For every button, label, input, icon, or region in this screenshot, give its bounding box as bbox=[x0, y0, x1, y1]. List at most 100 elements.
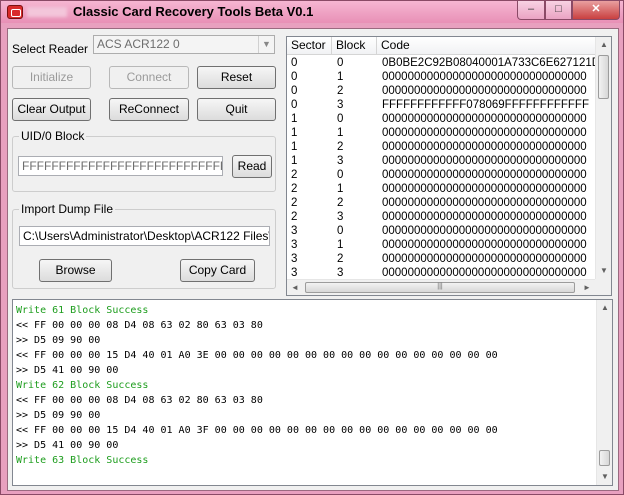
block-cell: 0 bbox=[337, 225, 344, 237]
table-row[interactable]: 3 3 00000000000000000000000000000000 bbox=[287, 266, 597, 277]
chevron-down-icon[interactable]: ▼ bbox=[258, 36, 274, 53]
table-row[interactable]: 3 1 00000000000000000000000000000000 bbox=[287, 238, 597, 252]
output-scroll-thumb[interactable] bbox=[599, 450, 610, 466]
table-row[interactable]: 2 3 00000000000000000000000000000000 bbox=[287, 210, 597, 224]
horizontal-scroll-thumb[interactable]: ||| bbox=[305, 282, 575, 293]
scroll-left-icon[interactable]: ◄ bbox=[287, 280, 303, 295]
title-bar[interactable]: Classic Card Recovery Tools Beta V0.1 – … bbox=[1, 1, 623, 23]
connect-button[interactable]: Connect bbox=[109, 66, 189, 89]
import-dump-title: Import Dump File bbox=[19, 202, 116, 216]
reader-select[interactable]: ACS ACR122 0 ▼ bbox=[93, 35, 275, 54]
import-dump-group: Import Dump File C:\Users\Administrator\… bbox=[12, 202, 276, 289]
block-cell: 1 bbox=[337, 127, 344, 139]
block-cell: 0 bbox=[337, 113, 344, 125]
sector-cell: 1 bbox=[291, 113, 298, 125]
sector-cell: 3 bbox=[291, 253, 298, 265]
minimize-button[interactable]: – bbox=[517, 1, 545, 20]
clear-output-button[interactable]: Clear Output bbox=[12, 98, 91, 121]
code-cell: 00000000000000000000000000000000 bbox=[382, 169, 587, 181]
table-header: Sector Block Code bbox=[287, 37, 597, 55]
sector-cell: 2 bbox=[291, 169, 298, 181]
table-body: 0 0 0B0BE2C92B08040001A733C6E627121D 0 1 0000… bbox=[287, 56, 597, 277]
scroll-down-icon[interactable]: ▼ bbox=[597, 469, 612, 485]
sector-cell: 1 bbox=[291, 141, 298, 153]
log-success-line: Write 62 Block Success bbox=[16, 380, 149, 391]
sector-cell: 0 bbox=[291, 85, 298, 97]
table-row[interactable]: 0 1 00000000000000000000000000000000 bbox=[287, 70, 597, 84]
read-button[interactable]: Read bbox=[232, 155, 272, 178]
log-line: << FF 00 00 00 08 D4 08 63 02 80 63 03 8… bbox=[16, 320, 263, 331]
table-row[interactable]: 2 0 00000000000000000000000000000000 bbox=[287, 168, 597, 182]
dump-file-path-input[interactable]: C:\Users\Administrator\Desktop\ACR122 Fi… bbox=[19, 226, 270, 246]
log-line: << FF 00 00 00 15 D4 40 01 A0 3F 00 00 0… bbox=[16, 425, 498, 436]
app-window: Classic Card Recovery Tools Beta V0.1 – … bbox=[0, 0, 624, 495]
block-table[interactable]: Sector Block Code 0 0 0B0BE2C92B08040001A7… bbox=[286, 36, 612, 296]
sector-cell: 0 bbox=[291, 71, 298, 83]
table-row[interactable]: 1 1 00000000000000000000000000000000 bbox=[287, 126, 597, 140]
sector-cell: 3 bbox=[291, 267, 298, 277]
table-row[interactable]: 1 2 00000000000000000000000000000000 bbox=[287, 140, 597, 154]
copy-card-button[interactable]: Copy Card bbox=[180, 259, 255, 282]
scroll-right-icon[interactable]: ► bbox=[579, 280, 595, 295]
sector-cell: 3 bbox=[291, 239, 298, 251]
block-cell: 3 bbox=[337, 155, 344, 167]
block-cell: 1 bbox=[337, 71, 344, 83]
table-horizontal-scrollbar[interactable]: ◄ ||| ► bbox=[287, 279, 595, 295]
block-cell: 2 bbox=[337, 141, 344, 153]
scroll-down-icon[interactable]: ▼ bbox=[596, 263, 611, 279]
blurred-title-prefix bbox=[27, 7, 67, 17]
uid-block-input[interactable]: FFFFFFFFFFFFFFFFFFFFFFFFFFFFFFFF bbox=[18, 156, 223, 176]
initialize-button[interactable]: Initialize bbox=[12, 66, 91, 89]
column-header-code[interactable]: Code bbox=[377, 37, 597, 55]
code-cell: 00000000000000000000000000000000 bbox=[382, 71, 587, 83]
table-row[interactable]: 0 3 FFFFFFFFFFFF078069FFFFFFFFFFFF bbox=[287, 98, 597, 112]
table-row[interactable]: 0 0 0B0BE2C92B08040001A733C6E627121D bbox=[287, 56, 597, 70]
output-log-lines: Write 61 Block Success << FF 00 00 00 08 … bbox=[16, 303, 596, 468]
sector-cell: 1 bbox=[291, 155, 298, 167]
block-cell: 2 bbox=[337, 197, 344, 209]
maximize-button[interactable]: □ bbox=[545, 1, 572, 20]
sector-cell: 0 bbox=[291, 57, 298, 69]
code-cell: 00000000000000000000000000000000 bbox=[382, 211, 587, 223]
output-log[interactable]: Write 61 Block Success << FF 00 00 00 08 … bbox=[12, 299, 613, 486]
code-cell: 00000000000000000000000000000000 bbox=[382, 141, 587, 153]
log-success-line: Write 63 Block Success bbox=[16, 455, 149, 466]
output-vertical-scrollbar[interactable]: ▲ ▼ bbox=[596, 300, 612, 485]
main-panel: Select Reader ACS ACR122 0 ▼ Initialize … bbox=[7, 28, 619, 491]
scroll-up-icon[interactable]: ▲ bbox=[596, 37, 611, 53]
vertical-scroll-thumb[interactable] bbox=[598, 55, 609, 99]
table-row[interactable]: 0 2 00000000000000000000000000000000 bbox=[287, 84, 597, 98]
table-row[interactable]: 3 0 00000000000000000000000000000000 bbox=[287, 224, 597, 238]
table-row[interactable]: 1 3 00000000000000000000000000000000 bbox=[287, 154, 597, 168]
log-line: << FF 00 00 00 15 D4 40 01 A0 3E 00 00 0… bbox=[16, 350, 498, 361]
log-line: << FF 00 00 00 08 D4 08 63 02 80 63 03 8… bbox=[16, 395, 263, 406]
block-cell: 3 bbox=[337, 211, 344, 223]
quit-button[interactable]: Quit bbox=[197, 98, 276, 121]
reset-button[interactable]: Reset bbox=[197, 66, 276, 89]
log-line: >> D5 41 00 90 00 bbox=[16, 365, 119, 376]
code-cell: FFFFFFFFFFFF078069FFFFFFFFFFFF bbox=[382, 99, 589, 111]
table-row[interactable]: 3 2 00000000000000000000000000000000 bbox=[287, 252, 597, 266]
block-cell: 2 bbox=[337, 253, 344, 265]
column-header-block[interactable]: Block bbox=[332, 37, 377, 55]
sector-cell: 2 bbox=[291, 183, 298, 195]
log-success-line: Write 61 Block Success bbox=[16, 305, 149, 316]
table-row[interactable]: 2 1 00000000000000000000000000000000 bbox=[287, 182, 597, 196]
block-cell: 3 bbox=[337, 267, 344, 277]
code-cell: 00000000000000000000000000000000 bbox=[382, 239, 587, 251]
column-header-sector[interactable]: Sector bbox=[287, 37, 332, 55]
table-vertical-scrollbar[interactable]: ▲ ▼ bbox=[595, 37, 611, 279]
table-row[interactable]: 1 0 00000000000000000000000000000000 bbox=[287, 112, 597, 126]
scroll-up-icon[interactable]: ▲ bbox=[597, 300, 612, 316]
browse-button[interactable]: Browse bbox=[39, 259, 112, 282]
code-cell: 00000000000000000000000000000000 bbox=[382, 155, 587, 167]
block-cell: 0 bbox=[337, 57, 344, 69]
block-cell: 2 bbox=[337, 85, 344, 97]
sector-cell: 2 bbox=[291, 211, 298, 223]
code-cell: 00000000000000000000000000000000 bbox=[382, 267, 587, 277]
reconnect-button[interactable]: ReConnect bbox=[109, 98, 189, 121]
table-row[interactable]: 2 2 00000000000000000000000000000000 bbox=[287, 196, 597, 210]
close-button[interactable]: ✕ bbox=[572, 1, 620, 20]
code-cell: 00000000000000000000000000000000 bbox=[382, 225, 587, 237]
reader-select-value: ACS ACR122 0 bbox=[97, 37, 180, 51]
